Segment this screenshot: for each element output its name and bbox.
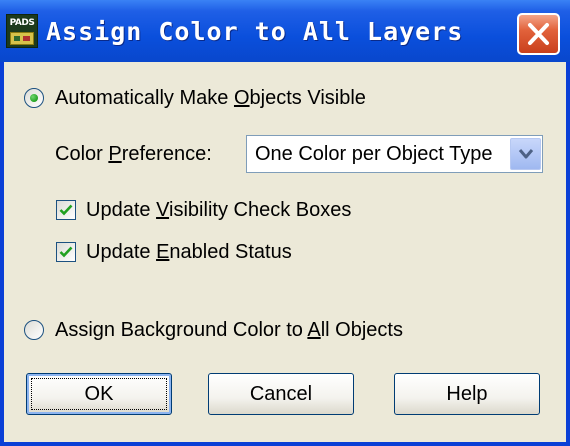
- background-color-label-post: ll Objects: [320, 319, 403, 341]
- color-preference-label-mnemonic: P: [108, 143, 122, 165]
- background-color-label[interactable]: Assign Background Color to All Objects: [55, 318, 403, 342]
- focus-rectangle: [31, 378, 167, 410]
- auto-visible-label-pre: Automatically Make: [55, 87, 234, 109]
- auto-visible-radio[interactable]: [24, 88, 44, 108]
- update-visibility-checkbox[interactable]: [56, 200, 76, 220]
- auto-visible-label-mnemonic: O: [233, 87, 250, 109]
- update-enabled-label-pre: Update: [86, 241, 157, 263]
- color-preference-label-pre: Color: [55, 143, 109, 165]
- app-icon-board: [10, 32, 34, 45]
- help-button-label: Help: [446, 383, 488, 405]
- color-preference-label: Color Preference:: [55, 142, 212, 166]
- color-preference-dropdown[interactable]: One Color per Object Type: [246, 135, 543, 173]
- title-bar[interactable]: PADS Assign Color to All Layers: [0, 0, 570, 62]
- background-color-label-mnemonic: A: [307, 319, 321, 341]
- update-visibility-label-mnemonic: V: [156, 199, 170, 221]
- ok-button[interactable]: OK: [26, 373, 172, 415]
- background-color-radio[interactable]: [24, 320, 44, 340]
- update-enabled-label-post: nabled Status: [169, 241, 292, 263]
- close-icon: [528, 23, 549, 45]
- window-title: Assign Color to All Layers: [46, 17, 464, 46]
- auto-visible-label-post: bjects Visible: [249, 87, 366, 109]
- update-enabled-label-mnemonic: E: [156, 241, 170, 263]
- auto-visible-label[interactable]: Automatically Make Objects Visible: [55, 86, 366, 110]
- cancel-button-label: Cancel: [249, 383, 313, 405]
- dropdown-button[interactable]: [510, 138, 541, 170]
- color-preference-label-post: reference:: [121, 143, 212, 165]
- update-enabled-checkbox[interactable]: [56, 242, 76, 262]
- check-mark-icon: [59, 246, 73, 258]
- pads-app-icon: PADS: [6, 14, 38, 48]
- chevron-down-icon: [518, 149, 534, 159]
- app-icon-text: PADS: [9, 18, 35, 28]
- background-color-label-pre: Assign Background Color to: [55, 319, 308, 341]
- update-enabled-label[interactable]: Update Enabled Status: [86, 240, 292, 264]
- close-button[interactable]: [517, 13, 560, 55]
- dialog-client-area: Automatically Make Objects Visible Color…: [4, 62, 566, 442]
- dialog-window: PADS Assign Color to All Layers Automati…: [0, 0, 570, 446]
- update-visibility-label-post: isibility Check Boxes: [169, 199, 352, 221]
- update-visibility-label-pre: Update: [86, 199, 157, 221]
- update-visibility-label[interactable]: Update Visibility Check Boxes: [86, 198, 351, 222]
- help-button[interactable]: Help: [394, 373, 540, 415]
- cancel-button[interactable]: Cancel: [208, 373, 354, 415]
- color-preference-value: One Color per Object Type: [255, 143, 493, 165]
- check-mark-icon: [59, 204, 73, 216]
